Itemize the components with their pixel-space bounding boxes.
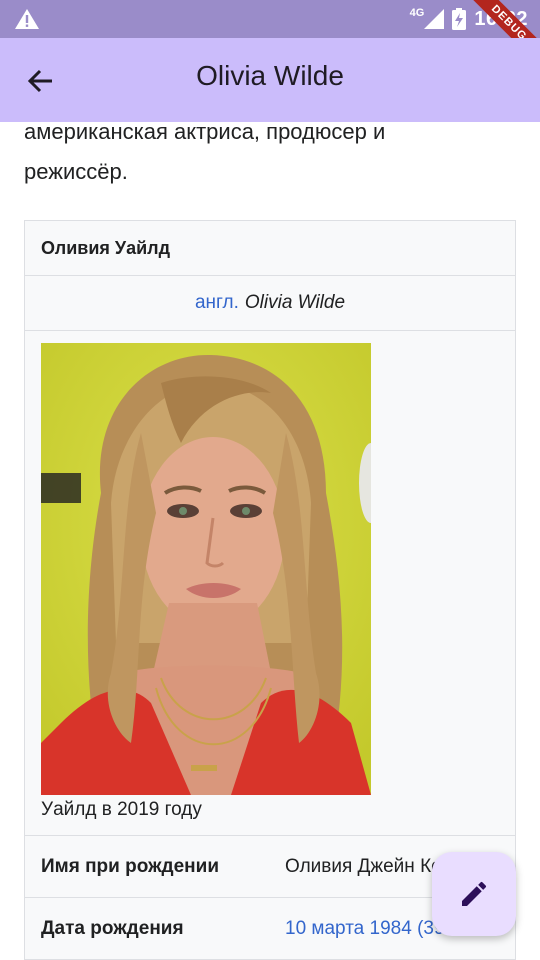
row-label: Имя при рождении: [41, 856, 220, 877]
network-type: 4G: [409, 7, 425, 19]
row-label: Дата рождения: [41, 918, 184, 939]
article-content[interactable]: американская актриса, продюсер и режиссё…: [0, 122, 540, 960]
pencil-icon: [462, 881, 487, 906]
infobox: Оливия Уайлд англ. Olivia Wilde Уайлд в …: [24, 220, 516, 960]
infobox-photo-cell: Уайлд в 2019 году: [25, 331, 515, 836]
page-title: Olivia Wilde: [196, 60, 344, 91]
infobox-title: Оливия Уайлд: [25, 221, 515, 276]
infobox-original-name: англ. Olivia Wilde: [25, 276, 515, 331]
app-bar: Olivia Wilde: [0, 38, 540, 122]
signal-icon: [424, 9, 445, 29]
portrait-photo[interactable]: [41, 343, 371, 795]
edit-button[interactable]: [432, 852, 516, 936]
battery-charging-icon: [452, 8, 467, 30]
original-name: Olivia Wilde: [244, 292, 346, 313]
status-bar: 4G 16:22 DEBUG: [0, 0, 540, 76]
photo-caption: Уайлд в 2019 году: [41, 799, 202, 820]
warning-icon: [15, 9, 39, 29]
intro-paragraph: американская актриса, продюсер и режиссё…: [24, 122, 386, 184]
language-link[interactable]: англ.: [195, 292, 239, 314]
